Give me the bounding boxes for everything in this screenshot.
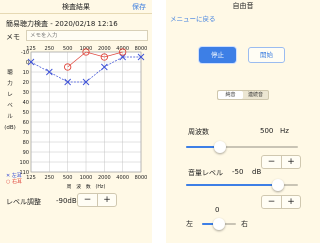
- level-increase-button[interactable]: +: [97, 194, 116, 206]
- db-tick: 60: [23, 120, 29, 126]
- db-tick: 70: [23, 130, 29, 136]
- level-adjust-label: レベル調整: [6, 198, 41, 206]
- db-tick: 50: [23, 110, 29, 116]
- memo-input[interactable]: [26, 30, 148, 41]
- volume-slider-fill: [186, 184, 278, 186]
- page-title: 自由音: [232, 2, 254, 10]
- bottom-frequency-ticks: 125 250 500 1000 2000 4000 8000: [26, 175, 147, 181]
- db-tick: 10: [23, 70, 29, 76]
- db-tick: 90: [23, 150, 29, 156]
- y-axis-label-char: ベ: [7, 102, 13, 109]
- db-tick: -10: [21, 50, 29, 56]
- frequency-value: 500: [260, 127, 274, 135]
- balance-slider-thumb[interactable]: [213, 218, 225, 230]
- y-axis-label-char: (dB): [4, 125, 16, 131]
- db-ticks: -100102030405060708090100110: [19, 50, 29, 176]
- bottom-frequency-tick: 250: [45, 175, 55, 181]
- bottom-frequency-tick: 4000: [116, 175, 129, 181]
- volume-value: -50: [232, 168, 244, 176]
- volume-stepper[interactable]: − +: [261, 195, 301, 209]
- top-frequency-tick: 2000: [98, 46, 111, 52]
- x-axis-label: 周 波 数 (Hz): [67, 183, 106, 190]
- top-frequency-tick: 250: [45, 46, 55, 52]
- bottom-frequency-tick: 8000: [135, 175, 148, 181]
- segment-continuous-tone[interactable]: 連続音: [243, 91, 268, 99]
- frequency-label: 周波数: [188, 128, 209, 136]
- audiogram-chart: 125 250 500 1000 2000 4000 8000 125 250 500 1000 2…: [4, 46, 148, 190]
- frequency-decrease-button[interactable]: −: [262, 156, 281, 168]
- top-frequency-tick: 500: [63, 46, 73, 52]
- save-button[interactable]: 保存: [132, 2, 146, 12]
- db-tick: 100: [19, 160, 29, 166]
- volume-label: 音量レベル: [188, 169, 223, 177]
- level-decrease-button[interactable]: −: [78, 194, 97, 206]
- bottom-frequency-tick: 2000: [98, 175, 111, 181]
- level-value: -90dB: [56, 197, 77, 205]
- legend-right-ear: ○ 右耳: [6, 179, 22, 185]
- level-stepper[interactable]: − +: [77, 193, 117, 207]
- frequency-unit: Hz: [280, 127, 289, 135]
- test-result-screen: 検査結果 保存 簡易聴力検査 - 2020/02/18 12:16 メモ 125…: [0, 0, 152, 243]
- bottom-frequency-tick: 125: [26, 175, 36, 181]
- db-tick: 30: [23, 90, 29, 96]
- bottom-frequency-tick: 500: [63, 175, 73, 181]
- y-axis-label-char: 力: [7, 79, 13, 87]
- legend: ✕ 左耳 ○ 右耳: [6, 173, 22, 185]
- y-axis-label-char: ル: [7, 114, 13, 120]
- balance-right-label: 右: [241, 220, 248, 228]
- segment-pure-tone[interactable]: 純音: [218, 91, 243, 99]
- volume-slider-thumb[interactable]: [271, 179, 284, 191]
- volume-increase-button[interactable]: +: [281, 196, 300, 208]
- volume-unit: dB: [252, 168, 262, 176]
- legend-right-label: 右耳: [11, 179, 22, 185]
- navigation-bar: 検査結果 保存: [0, 0, 152, 14]
- bottom-frequency-tick: 1000: [80, 175, 93, 181]
- balance-value: 0: [215, 206, 220, 214]
- db-tick: 20: [23, 80, 29, 86]
- test-title: 簡易聴力検査 - 2020/02/18 12:16: [6, 20, 118, 28]
- page-title: 検査結果: [62, 3, 90, 11]
- navigation-bar: 自由音: [166, 0, 320, 10]
- y-axis-label-char: レ: [7, 92, 13, 98]
- back-to-menu-link[interactable]: メニューに戻る: [170, 13, 216, 23]
- frequency-slider-thumb[interactable]: [213, 141, 226, 153]
- frequency-stepper[interactable]: − +: [261, 155, 301, 169]
- volume-decrease-button[interactable]: −: [262, 196, 281, 208]
- frequency-slider[interactable]: [186, 146, 298, 148]
- db-tick: 40: [23, 100, 29, 106]
- top-frequency-tick: 8000: [135, 46, 148, 52]
- tone-type-segmented-control[interactable]: 純音 連続音: [217, 90, 269, 100]
- db-tick: 80: [23, 140, 29, 146]
- balance-left-label: 左: [186, 220, 193, 228]
- y-axis-label-char: 聴: [7, 68, 13, 76]
- frequency-increase-button[interactable]: +: [281, 156, 300, 168]
- memo-label: メモ: [6, 33, 20, 41]
- circle-marker-icon: ○: [6, 179, 11, 185]
- y-axis-label: 聴力レベル (dB): [4, 68, 16, 131]
- stop-button[interactable]: 停止: [199, 47, 236, 63]
- free-tone-screen: 自由音 メニューに戻る 停止 開始 純音 連続音 周波数 500 Hz − + …: [166, 0, 320, 243]
- start-button[interactable]: 開始: [248, 47, 285, 63]
